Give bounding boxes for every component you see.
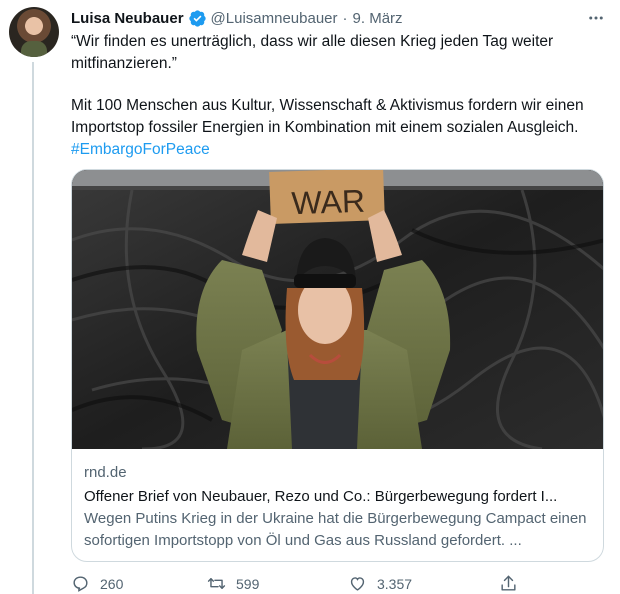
card-domain: rnd.de	[84, 464, 127, 481]
retweet-button[interactable]: 599	[207, 574, 259, 593]
author-handle[interactable]: @Luisamneubauer	[211, 10, 338, 27]
separator-dot: ·	[342, 9, 348, 27]
share-button[interactable]	[499, 574, 518, 593]
like-count: 3.357	[377, 575, 413, 592]
tweet-body: Mit 100 Menschen aus Kultur, Wissenschaf…	[71, 97, 584, 136]
reply-count: 260	[100, 575, 124, 592]
tweet-actions: 260 599 3.357	[71, 574, 591, 594]
card-description: Wegen Putins Krieg in der Ukraine hat di…	[84, 510, 587, 549]
card-title[interactable]: Offener Brief von Neubauer, Rezo und Co.…	[84, 486, 591, 508]
reply-icon	[73, 576, 88, 592]
tweet-quote: “Wir finden es unerträglich, dass wir al…	[71, 33, 554, 72]
hashtag-link[interactable]: #EmbargoForPeace	[71, 141, 210, 158]
protest-photo: WAR	[72, 170, 603, 449]
author-name[interactable]: Luisa Neubauer	[71, 10, 184, 27]
heart-icon	[350, 577, 365, 591]
thread-line	[32, 62, 34, 594]
avatar[interactable]	[9, 7, 59, 57]
card-meta: rnd.de Offener Brief von Neubauer, Rezo …	[72, 449, 603, 552]
reply-button[interactable]: 260	[71, 574, 123, 593]
tweet-header: Luisa Neubauer @Luisamneubauer · 9. März	[71, 7, 403, 29]
avatar-shirt	[21, 41, 47, 57]
like-button[interactable]: 3.357	[348, 574, 412, 593]
retweet-count: 599	[236, 575, 260, 592]
tweet-text: “Wir finden es unerträglich, dass wir al…	[71, 31, 611, 161]
link-preview-card[interactable]: WAR rnd.de Offener Brief von Neubauer, R…	[71, 169, 604, 562]
more-options-icon[interactable]	[583, 6, 609, 30]
card-image[interactable]: WAR	[72, 170, 603, 449]
retweet-icon	[207, 578, 226, 589]
share-icon	[501, 575, 516, 591]
tweet-date[interactable]: 9. März	[353, 10, 403, 27]
sign-text: WAR	[291, 183, 366, 222]
verified-badge-icon	[188, 9, 206, 27]
